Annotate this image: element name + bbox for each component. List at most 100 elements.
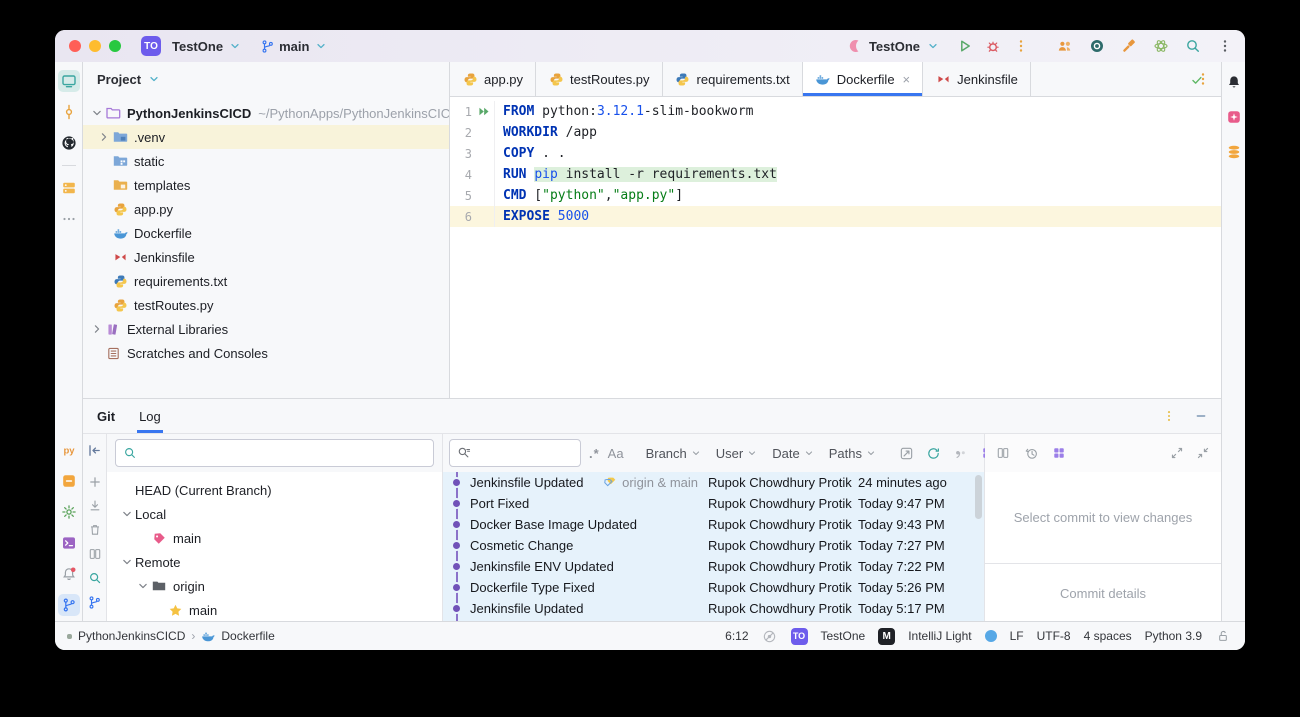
compare-branch-icon[interactable] xyxy=(87,546,103,562)
compare-branch-icon[interactable] xyxy=(995,445,1011,461)
hide-icon[interactable] xyxy=(1193,408,1209,424)
commit-row[interactable]: Cosmetic ChangeRupok Chowdhury ProtikTod… xyxy=(443,535,984,556)
tree-item-external-libraries[interactable]: External Libraries xyxy=(83,317,449,341)
unlocked-icon[interactable] xyxy=(1215,628,1231,644)
tree-item-scratches-and-consoles[interactable]: Scratches and Consoles xyxy=(83,341,449,365)
commit-row[interactable]: Dockerfile Type FixedRupok Chowdhury Pro… xyxy=(443,577,984,598)
python-interpreter[interactable]: Python 3.9 xyxy=(1145,629,1202,643)
tab-jenkinsfile[interactable]: Jenkinsfile xyxy=(923,62,1031,96)
database-tool-icon[interactable] xyxy=(1223,141,1245,163)
gear-tool-icon[interactable] xyxy=(58,501,80,523)
tree-item-templates[interactable]: templates xyxy=(83,173,449,197)
profiler-icon[interactable] xyxy=(1089,38,1105,54)
close-window-button[interactable] xyxy=(69,40,81,52)
shrink-icon[interactable] xyxy=(1195,445,1211,461)
filter-paths[interactable]: Paths xyxy=(829,446,877,461)
add-branch-icon[interactable] xyxy=(87,474,103,490)
code-with-me-icon[interactable] xyxy=(1057,38,1073,54)
search-everywhere-icon[interactable] xyxy=(1185,38,1201,54)
branch-selector[interactable]: main xyxy=(259,38,329,54)
run-icon[interactable] xyxy=(957,38,973,54)
tree-item-app-py[interactable]: app.py xyxy=(83,197,449,221)
python-packages-icon[interactable] xyxy=(58,470,80,492)
breadcrumb-file[interactable]: Dockerfile xyxy=(221,629,274,643)
branch-item-head-current-branch[interactable]: HEAD (Current Branch) xyxy=(107,478,442,502)
quote-icon[interactable] xyxy=(953,445,969,461)
regex-toggle[interactable]: .* xyxy=(589,446,600,461)
terminal-tool-icon[interactable] xyxy=(58,532,80,554)
filter-branch[interactable]: Branch xyxy=(646,446,702,461)
status-dot[interactable] xyxy=(985,630,997,642)
ai-assistant-icon[interactable] xyxy=(1223,106,1245,128)
branch-search-input[interactable] xyxy=(142,445,427,462)
branch-item-remote[interactable]: Remote xyxy=(107,550,442,574)
code-line-6[interactable]: 6EXPOSE 5000 xyxy=(450,206,1221,227)
inspections-ok-icon[interactable] xyxy=(1189,72,1205,88)
titlebar-more-icon[interactable] xyxy=(1217,38,1233,54)
code-line-5[interactable]: 5CMD ["python","app.py"] xyxy=(450,185,1221,206)
git-more-icon[interactable] xyxy=(1161,408,1177,424)
build-icon[interactable] xyxy=(1121,38,1137,54)
run-configuration-selector[interactable]: TestOne xyxy=(848,38,941,54)
collapse-left-icon[interactable] xyxy=(87,442,103,458)
notifications-tool-icon[interactable] xyxy=(58,563,80,585)
services-tool-icon[interactable] xyxy=(58,177,80,199)
indent-style[interactable]: 4 spaces xyxy=(1084,629,1132,643)
tree-item-requirements-txt[interactable]: requirements.txt xyxy=(83,269,449,293)
chev-down[interactable] xyxy=(89,105,105,121)
commit-tool-icon[interactable] xyxy=(58,101,80,123)
theme-name[interactable]: IntelliJ Light xyxy=(908,629,971,643)
grid-view-icon[interactable] xyxy=(1051,445,1067,461)
goto-hash-icon[interactable] xyxy=(899,445,915,461)
tree-item-jenkinsfile[interactable]: Jenkinsfile xyxy=(83,245,449,269)
bell-icon[interactable] xyxy=(1223,71,1245,93)
branch-item-origin[interactable]: origin xyxy=(107,574,442,598)
delete-branch-icon[interactable] xyxy=(87,522,103,538)
project-selector[interactable]: TestOne xyxy=(172,38,243,54)
highlight-off-icon[interactable] xyxy=(762,628,778,644)
filter-user[interactable]: User xyxy=(716,446,758,461)
git-tool-icon[interactable] xyxy=(58,594,80,616)
run-more-icon[interactable] xyxy=(1013,38,1029,54)
commit-search-input[interactable] xyxy=(476,445,574,462)
code-line-1[interactable]: 1FROM python:3.12.1-slim-bookworm xyxy=(450,101,1221,122)
project-widget[interactable]: TestOne xyxy=(821,629,866,643)
tab-testroutes-py[interactable]: testRoutes.py xyxy=(536,62,663,96)
tree-item-venv[interactable]: .venv xyxy=(83,125,449,149)
minimize-window-button[interactable] xyxy=(89,40,101,52)
expand-icon[interactable] xyxy=(1169,445,1185,461)
github-pull-requests-icon[interactable] xyxy=(58,132,80,154)
tree-item-testroutes-py[interactable]: testRoutes.py xyxy=(83,293,449,317)
code-line-3[interactable]: 3COPY . . xyxy=(450,143,1221,164)
commit-row[interactable]: Port FixedRupok Chowdhury ProtikToday 9:… xyxy=(443,493,984,514)
debug-icon[interactable] xyxy=(985,38,1001,54)
line-separator[interactable]: LF xyxy=(1010,629,1024,643)
chev-right[interactable] xyxy=(96,129,112,145)
chev-right[interactable] xyxy=(89,321,105,337)
commit-row[interactable]: Jenkinsfile ENV UpdatedRupok Chowdhury P… xyxy=(443,556,984,577)
tab-log[interactable]: Log xyxy=(137,399,163,433)
branch-item-main[interactable]: main xyxy=(107,526,442,550)
file-encoding[interactable]: UTF-8 xyxy=(1037,629,1071,643)
match-case-toggle[interactable]: Aa xyxy=(608,446,624,461)
ai-atom-icon[interactable] xyxy=(1153,38,1169,54)
branch-item-local[interactable]: Local xyxy=(107,502,442,526)
git-branch-blue-icon[interactable] xyxy=(87,594,103,610)
commit-row[interactable]: Jenkinsfile Updatedorigin & mainRupok Ch… xyxy=(443,472,984,493)
code-line-2[interactable]: 2WORKDIR /app xyxy=(450,122,1221,143)
python-console-icon[interactable]: py xyxy=(58,439,80,461)
commit-row[interactable]: Docker Base Image UpdatedRupok Chowdhury… xyxy=(443,514,984,535)
code-line-4[interactable]: 4RUN pip install -r requirements.txt xyxy=(450,164,1221,185)
editor-content[interactable]: 1FROM python:3.12.1-slim-bookworm2WORKDI… xyxy=(450,97,1221,398)
tree-item-static[interactable]: static xyxy=(83,149,449,173)
commit-row[interactable]: Jenkinsfile UpdatedRupok Chowdhury Proti… xyxy=(443,598,984,619)
breadcrumb-project[interactable]: PythonJenkinsCICD xyxy=(78,629,185,643)
refresh-icon[interactable] xyxy=(926,445,942,461)
branch-item-main[interactable]: main xyxy=(107,598,442,622)
chev-down[interactable] xyxy=(119,506,135,522)
history-icon[interactable] xyxy=(1023,445,1039,461)
run-line-icon[interactable] xyxy=(472,105,494,118)
tree-item-dockerfile[interactable]: Dockerfile xyxy=(83,221,449,245)
tree-item-pythonjenkinscicd[interactable]: PythonJenkinsCICD~/PythonApps/PythonJenk… xyxy=(83,101,449,125)
caret-position[interactable]: 6:12 xyxy=(725,629,748,643)
